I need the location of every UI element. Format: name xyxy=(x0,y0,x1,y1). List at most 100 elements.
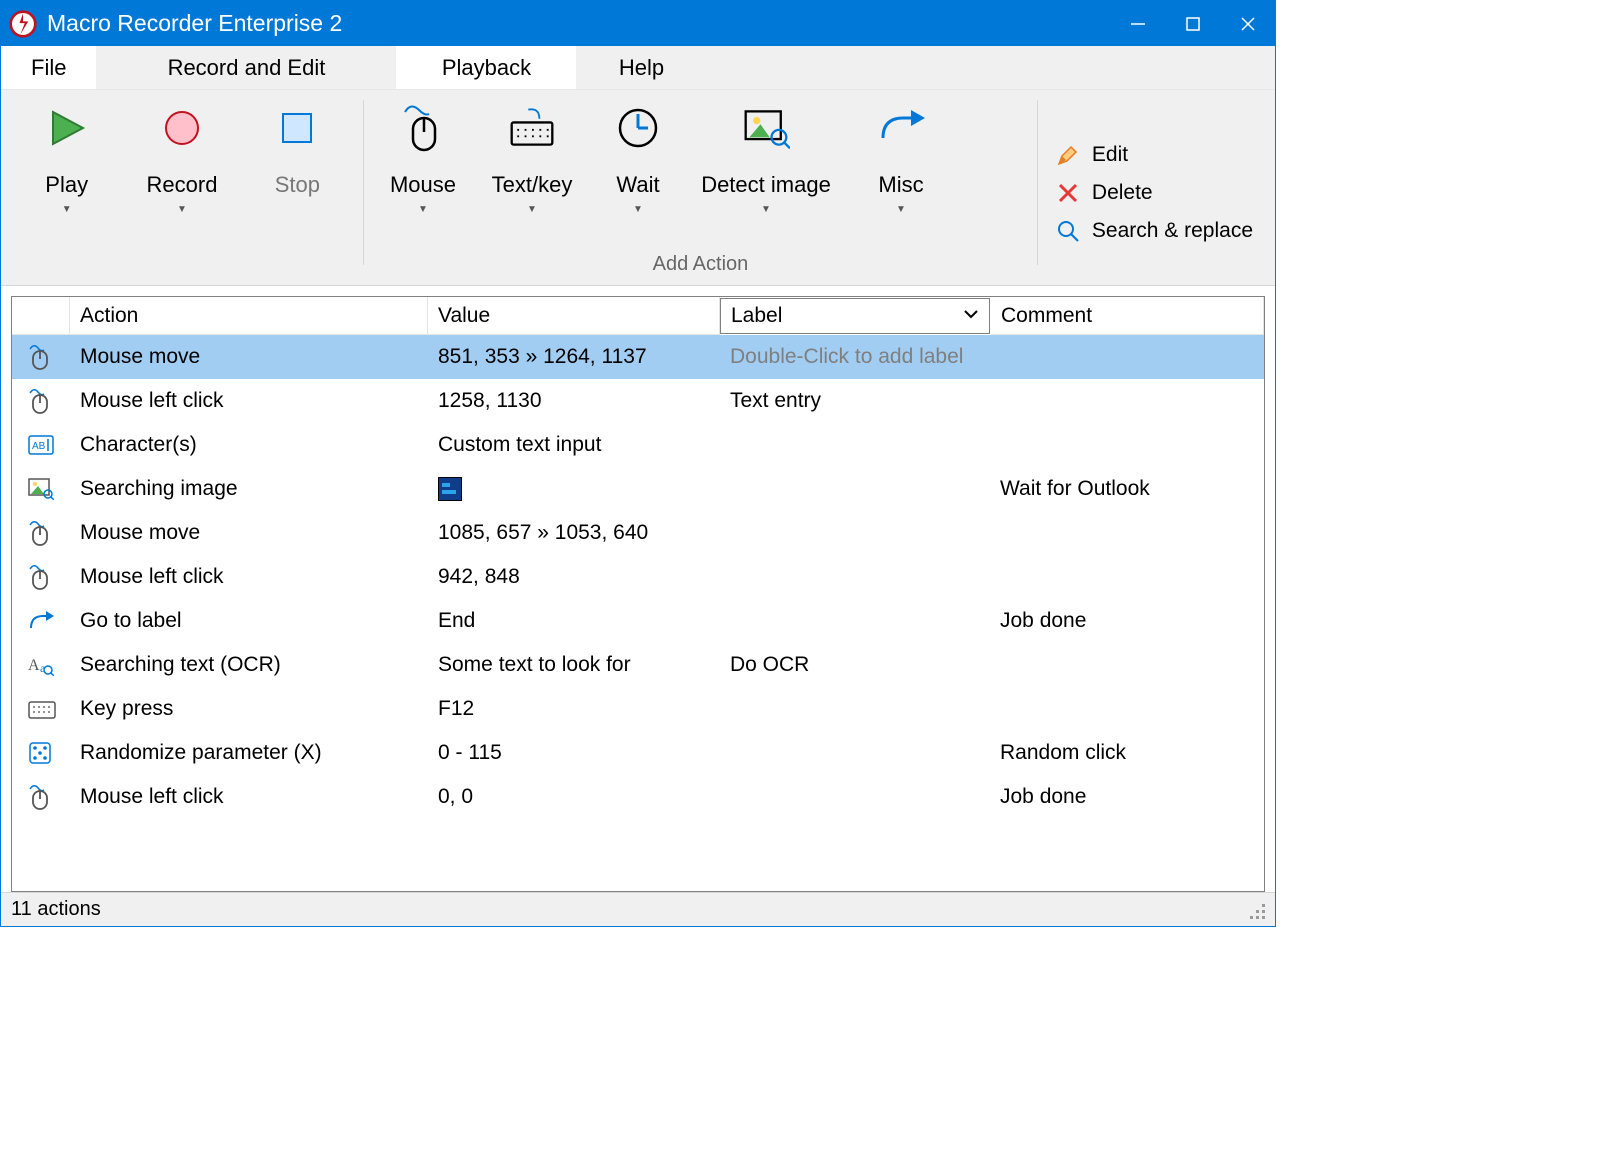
header-value[interactable]: Value xyxy=(428,297,720,335)
value-cell: 1085, 657 » 1053, 640 xyxy=(428,511,720,555)
tab-record-and-edit[interactable]: Record and Edit xyxy=(96,46,396,89)
comment-cell xyxy=(990,511,1264,555)
label-cell[interactable]: Text entry xyxy=(720,379,990,423)
chevron-down-icon xyxy=(963,304,979,328)
table-row[interactable]: Mouse left click1258, 1130Text entry xyxy=(12,379,1264,423)
search-replace-button[interactable]: Search & replace xyxy=(1056,219,1253,243)
label-cell[interactable] xyxy=(720,775,990,819)
table-row[interactable]: Searching imageWait for Outlook xyxy=(12,467,1264,511)
chevron-down-icon: ▼ xyxy=(62,204,72,215)
search-replace-label: Search & replace xyxy=(1092,219,1253,243)
table-row[interactable]: Key pressF12 xyxy=(12,687,1264,731)
stop-label: Stop xyxy=(275,172,320,198)
misc-button[interactable]: Misc ▼ xyxy=(846,90,956,215)
action-cell: Character(s) xyxy=(70,423,428,467)
label-cell[interactable] xyxy=(720,467,990,511)
action-cell: Mouse move xyxy=(70,511,428,555)
misc-label: Misc xyxy=(878,172,923,198)
table-row[interactable]: Go to labelEndJob done xyxy=(12,599,1264,643)
textkey-label: Text/key xyxy=(492,172,573,198)
action-grid: Action Value Label Comment Mouse move851… xyxy=(11,296,1265,892)
header-action[interactable]: Action xyxy=(70,297,428,335)
value-cell: 0, 0 xyxy=(428,775,720,819)
table-row[interactable]: AaSearching text (OCR)Some text to look … xyxy=(12,643,1264,687)
table-row[interactable]: Mouse left click942, 848 xyxy=(12,555,1264,599)
app-icon xyxy=(9,10,37,38)
action-cell: Go to label xyxy=(70,599,428,643)
chars-icon: AB xyxy=(12,423,70,467)
delete-button[interactable]: Delete xyxy=(1056,181,1253,205)
wait-button[interactable]: Wait ▼ xyxy=(590,90,686,215)
table-row[interactable]: AB Character(s)Custom text input xyxy=(12,423,1264,467)
table-row[interactable]: Mouse move1085, 657 » 1053, 640 xyxy=(12,511,1264,555)
action-cell: Mouse move xyxy=(70,335,428,379)
action-cell: Randomize parameter (X) xyxy=(70,731,428,775)
header-label-dropdown[interactable]: Label xyxy=(720,298,990,334)
minimize-button[interactable] xyxy=(1110,1,1165,46)
label-cell[interactable] xyxy=(720,423,990,467)
chevron-down-icon: ▼ xyxy=(761,204,771,215)
add-action-caption: Add Action xyxy=(372,253,1029,285)
app-title: Macro Recorder Enterprise 2 xyxy=(47,10,1110,37)
chevron-down-icon: ▼ xyxy=(177,204,187,215)
ribbon-side-group: Edit Delete Search & replace xyxy=(1038,90,1275,285)
delete-icon xyxy=(1056,181,1080,205)
record-button[interactable]: Record ▼ xyxy=(124,90,239,215)
chevron-down-icon: ▼ xyxy=(527,204,537,215)
comment-cell: Job done xyxy=(990,599,1264,643)
titlebar: Macro Recorder Enterprise 2 xyxy=(1,1,1275,46)
table-row[interactable]: Randomize parameter (X)0 - 115Random cli… xyxy=(12,731,1264,775)
textkey-button[interactable]: Text/key ▼ xyxy=(474,90,590,215)
label-cell[interactable] xyxy=(720,555,990,599)
tab-file[interactable]: File xyxy=(1,46,96,89)
app-window: Macro Recorder Enterprise 2 File Record … xyxy=(0,0,1276,927)
record-label: Record xyxy=(147,172,218,198)
play-button[interactable]: Play ▼ xyxy=(9,90,124,215)
image-icon xyxy=(12,467,70,511)
comment-cell: Wait for Outlook xyxy=(990,467,1264,511)
tab-playback[interactable]: Playback xyxy=(396,46,576,89)
header-icon[interactable] xyxy=(12,297,70,335)
ocr-icon: Aa xyxy=(12,643,70,687)
label-cell[interactable] xyxy=(720,687,990,731)
comment-cell: Job done xyxy=(990,775,1264,819)
mouse-icon xyxy=(12,555,70,599)
comment-cell: Random click xyxy=(990,731,1264,775)
maximize-button[interactable] xyxy=(1165,1,1220,46)
mouse-button[interactable]: Mouse ▼ xyxy=(372,90,474,215)
value-cell xyxy=(428,467,720,511)
label-cell[interactable] xyxy=(720,511,990,555)
tab-help[interactable]: Help xyxy=(576,46,706,89)
label-cell[interactable]: Double-Click to add label xyxy=(720,335,990,379)
detect-image-button[interactable]: Detect image ▼ xyxy=(686,90,846,215)
label-cell[interactable] xyxy=(720,599,990,643)
table-row[interactable]: Mouse left click0, 0Job done xyxy=(12,775,1264,819)
chevron-down-icon: ▼ xyxy=(633,204,643,215)
stop-icon xyxy=(273,104,321,152)
label-cell[interactable]: Do OCR xyxy=(720,643,990,687)
table-row[interactable]: Mouse move851, 353 » 1264, 1137Double-Cl… xyxy=(12,335,1264,379)
keyboard-icon xyxy=(508,104,556,152)
record-icon xyxy=(158,104,206,152)
mouse-icon xyxy=(12,775,70,819)
clock-icon xyxy=(614,104,662,152)
label-cell[interactable] xyxy=(720,731,990,775)
random-icon xyxy=(12,731,70,775)
mouse-icon xyxy=(12,379,70,423)
close-button[interactable] xyxy=(1220,1,1275,46)
status-text: 11 actions xyxy=(11,898,101,921)
play-icon xyxy=(43,104,91,152)
value-cell: Custom text input xyxy=(428,423,720,467)
misc-icon xyxy=(877,104,925,152)
resize-grip[interactable] xyxy=(1247,901,1265,919)
header-comment[interactable]: Comment xyxy=(991,297,1264,335)
header-label-text: Label xyxy=(731,304,782,328)
edit-button[interactable]: Edit xyxy=(1056,143,1253,167)
stop-button[interactable]: Stop xyxy=(240,90,355,198)
mouse-label: Mouse xyxy=(390,172,456,198)
value-cell: F12 xyxy=(428,687,720,731)
image-thumbnail xyxy=(438,477,462,501)
svg-text:AB: AB xyxy=(32,441,46,452)
value-cell: 942, 848 xyxy=(428,555,720,599)
search-icon xyxy=(1056,219,1080,243)
